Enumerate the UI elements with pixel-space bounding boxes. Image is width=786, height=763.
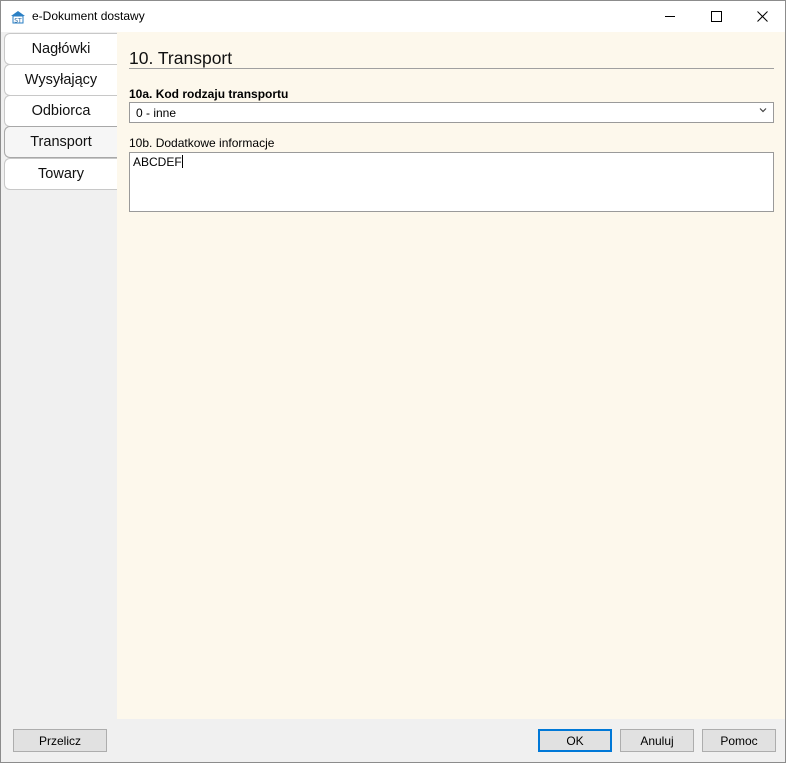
chevron-down-icon[interactable] — [759, 105, 767, 116]
cancel-button[interactable]: Anuluj — [620, 729, 694, 752]
help-button[interactable]: Pomoc — [702, 729, 776, 752]
app-logo-icon: ST — [10, 9, 26, 25]
section-divider — [129, 68, 774, 69]
minimize-icon — [664, 16, 675, 17]
title-bar[interactable]: ST e-Dokument dostawy — [1, 1, 785, 32]
additional-info-label: 10b. Dodatkowe informacje — [129, 136, 275, 150]
maximize-button[interactable] — [693, 1, 739, 32]
tab-naglowki[interactable]: Nagłówki — [4, 33, 117, 65]
tab-label: Nagłówki — [31, 41, 91, 57]
tab-label: Towary — [38, 166, 84, 182]
svg-text:ST: ST — [14, 18, 22, 25]
additional-info-value: ABCDEF — [133, 155, 182, 169]
tab-label: Odbiorca — [31, 103, 91, 119]
tab-odbiorca[interactable]: Odbiorca — [4, 95, 117, 127]
tab-strip: Nagłówki Wysyłający Odbiorca Transport T… — [1, 32, 117, 719]
tab-wysylajacy[interactable]: Wysyłający — [4, 64, 117, 96]
ok-button[interactable]: OK — [538, 729, 612, 752]
text-caret — [181, 155, 183, 168]
tab-label: Wysyłający — [24, 72, 98, 88]
content-panel: 10. Transport 10a. Kod rodzaju transport… — [117, 32, 785, 719]
minimize-button[interactable] — [647, 1, 693, 32]
additional-info-textarea[interactable]: ABCDEF — [129, 152, 774, 212]
section-title: 10. Transport — [129, 48, 233, 68]
tab-transport[interactable]: Transport — [4, 126, 117, 158]
window-title: e-Dokument dostawy — [32, 9, 145, 23]
maximize-icon — [710, 11, 722, 22]
transport-code-label: 10a. Kod rodzaju transportu — [129, 87, 289, 101]
close-button[interactable] — [739, 1, 785, 32]
recalculate-button[interactable]: Przelicz — [13, 729, 107, 752]
tab-label: Transport — [30, 134, 92, 150]
close-icon — [756, 11, 768, 22]
transport-code-value: 0 - inne — [136, 106, 177, 120]
dialog-window: ST e-Dokument dostawy Nagłówki Wysyłając… — [0, 0, 786, 763]
button-bar: Przelicz OK Anuluj Pomoc — [1, 719, 785, 762]
tab-towary[interactable]: Towary — [4, 158, 117, 190]
transport-code-select[interactable]: 0 - inne — [129, 102, 774, 123]
